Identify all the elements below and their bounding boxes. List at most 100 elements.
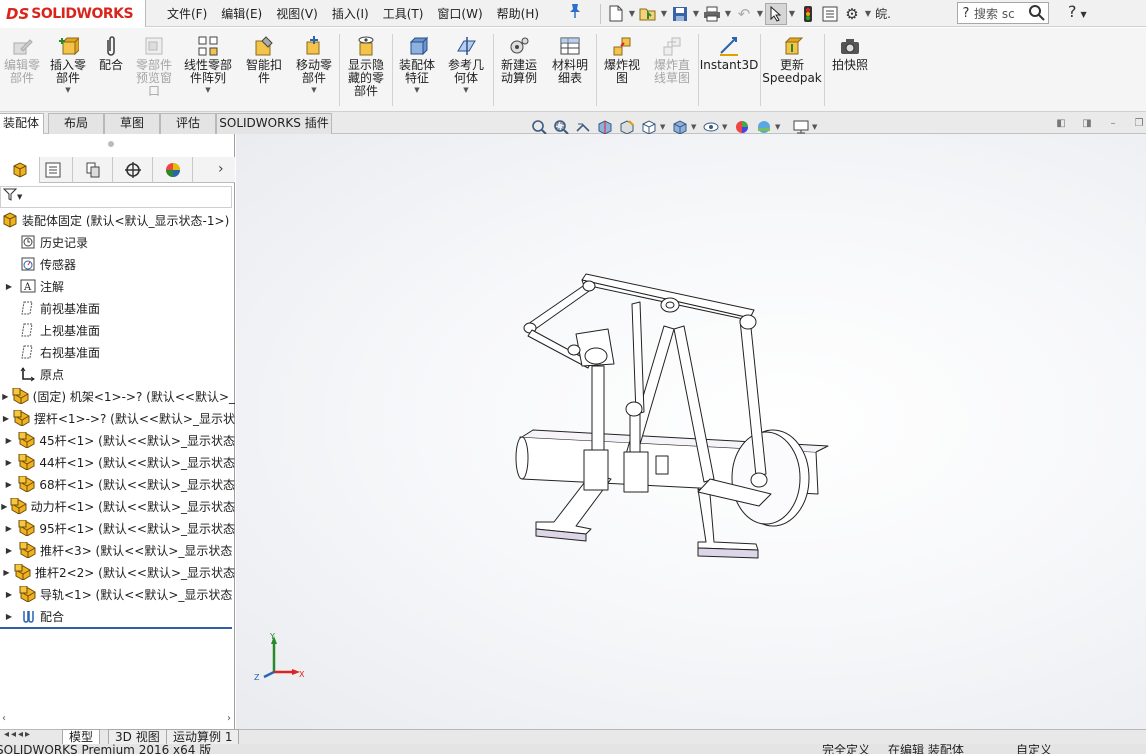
search-scope-icon[interactable]: ?: [958, 6, 974, 21]
tree-item[interactable]: 上视基准面: [0, 319, 235, 341]
overflow-label[interactable]: 皖.: [873, 3, 893, 25]
chevron-down-icon[interactable]: ▼: [311, 86, 316, 94]
tree-item[interactable]: ▶ 动力杆<1> (默认<<默认>_显示状态: [0, 495, 235, 517]
panel-horizontal-scrollbar[interactable]: ‹ ›: [0, 713, 235, 727]
menu-view[interactable]: 视图(V): [269, 3, 325, 25]
chevron-down-icon[interactable]: ▼: [691, 123, 700, 131]
tree-item[interactable]: 传感器: [0, 253, 235, 275]
explode-line-sketch-button[interactable]: 爆炸直 线草图: [648, 28, 696, 112]
tree-filter-input[interactable]: ▼: [0, 186, 232, 208]
chevron-down-icon[interactable]: ▼: [812, 123, 821, 131]
component-preview-button[interactable]: 零部件 预览窗 口: [132, 28, 176, 112]
collapse-right-icon[interactable]: ◨: [1074, 118, 1100, 134]
minimize-icon[interactable]: –: [1100, 118, 1126, 134]
tree-item[interactable]: 历史记录: [0, 231, 235, 253]
tab-solidworks-addins[interactable]: SOLIDWORKS 插件: [216, 113, 332, 134]
bill-of-materials-button[interactable]: 材料明 细表: [546, 28, 594, 112]
expand-arrow-icon[interactable]: ▶: [0, 480, 17, 489]
restore-icon[interactable]: ❐: [1126, 118, 1146, 134]
tree-item[interactable]: ▶ 摆杆<1>->? (默认<<默认>_显示状: [0, 407, 235, 429]
tree-item[interactable]: ▶ 导轨<1> (默认<<默认>_显示状态: [0, 583, 235, 605]
insert-component-button[interactable]: 插入零 部件 ▼: [46, 28, 90, 112]
tree-item[interactable]: 前视基准面: [0, 297, 235, 319]
move-component-button[interactable]: 移动零 部件 ▼: [290, 28, 338, 112]
tree-item[interactable]: ▶ 95杆<1> (默认<<默认>_显示状态: [0, 517, 235, 539]
tree-item[interactable]: ▶ 44杆<1> (默认<<默认>_显示状态: [0, 451, 235, 473]
mate-button[interactable]: 配合: [92, 28, 130, 112]
assembly-features-button[interactable]: 装配体 特征 ▼: [394, 28, 440, 112]
expand-arrow-icon[interactable]: ▶: [0, 612, 18, 621]
tree-item[interactable]: ▶ A 注解: [0, 275, 235, 297]
open-icon[interactable]: [637, 3, 659, 25]
chevron-down-icon[interactable]: ▼: [414, 86, 419, 94]
collapse-left-icon[interactable]: ◧: [1048, 118, 1074, 134]
tree-item[interactable]: ▶ 45杆<1> (默认<<默认>_显示状态: [0, 429, 235, 451]
chevron-down-icon[interactable]: ▼: [627, 9, 637, 18]
propertymanager-icon[interactable]: [33, 157, 73, 183]
expand-arrow-icon[interactable]: ▶: [0, 414, 12, 423]
menu-edit[interactable]: 编辑(E): [214, 3, 269, 25]
search-input[interactable]: ? 搜索 sc: [957, 2, 1049, 24]
tree-item[interactable]: ▶ (固定) 机架<1>->? (默认<<默认>_: [0, 385, 235, 407]
menu-tools[interactable]: 工具(T): [376, 3, 431, 25]
help-icon[interactable]: ? ▼: [1068, 2, 1087, 21]
tree-item[interactable]: ▶ 推杆<3> (默认<<默认>_显示状态: [0, 539, 235, 561]
expand-arrow-icon[interactable]: ▶: [0, 590, 18, 599]
tree-root-assembly[interactable]: 装配体固定 (默认<默认_显示状态-1>): [0, 209, 235, 231]
tree-item[interactable]: ▶ 68杆<1> (默认<<默认>_显示状态: [0, 473, 235, 495]
pin-menu-icon[interactable]: [566, 3, 584, 23]
tree-item[interactable]: 右视基准面: [0, 341, 235, 363]
tree-item[interactable]: ▶ 配合: [0, 605, 235, 627]
tab-sketch[interactable]: 草图: [104, 113, 160, 134]
new-motion-study-button[interactable]: 新建运 动算例: [496, 28, 542, 112]
chevron-down-icon[interactable]: ▼: [722, 123, 731, 131]
tab-motion-study-1[interactable]: 运动算例 1: [166, 729, 240, 745]
bottom-tab-nav[interactable]: ◂◂◂▸: [4, 729, 32, 740]
new-document-icon[interactable]: [605, 3, 627, 25]
expand-arrow-icon[interactable]: ▶: [0, 524, 17, 533]
tab-evaluate[interactable]: 评估: [160, 113, 216, 134]
rebuild-icon[interactable]: [797, 3, 819, 25]
tree-rollback-bar[interactable]: [0, 627, 232, 629]
save-icon[interactable]: [669, 3, 691, 25]
update-speedpak-button[interactable]: 更新 Speedpak: [762, 28, 822, 112]
chevron-down-icon[interactable]: ▼: [659, 9, 669, 18]
tab-model[interactable]: 模型: [62, 729, 101, 745]
show-hidden-components-button[interactable]: 显示隐 藏的零 部件: [342, 28, 390, 112]
display-manager-icon[interactable]: [153, 157, 193, 183]
chevron-down-icon[interactable]: ▼: [787, 9, 797, 18]
expand-arrow-icon[interactable]: ▶: [0, 502, 9, 511]
select-pointer-icon[interactable]: [765, 2, 787, 25]
tab-layout[interactable]: 布局: [48, 113, 104, 134]
menu-insert[interactable]: 插入(I): [325, 3, 376, 25]
tab-assembly[interactable]: 装配体: [0, 113, 44, 134]
smart-fasteners-button[interactable]: 智能扣 件: [240, 28, 288, 112]
panel-grip-handle[interactable]: [108, 141, 114, 147]
chevron-down-icon[interactable]: ▼: [660, 123, 669, 131]
tree-item[interactable]: 原点: [0, 363, 235, 385]
undo-icon[interactable]: ↶: [733, 3, 755, 25]
configurationmanager-icon[interactable]: [73, 157, 113, 183]
panel-more-icon[interactable]: ›: [218, 161, 224, 177]
graphics-viewport[interactable]: [236, 134, 1146, 729]
dimxpert-icon[interactable]: [113, 157, 153, 183]
menu-help[interactable]: 帮助(H): [490, 3, 546, 25]
chevron-down-icon[interactable]: ▼: [755, 9, 765, 18]
tree-item[interactable]: ▶ 推杆2<2> (默认<<默认>_显示状态: [0, 561, 235, 583]
search-icon[interactable]: [1028, 4, 1046, 26]
chevron-down-icon[interactable]: ▼: [691, 9, 701, 18]
linear-pattern-button[interactable]: 线性零部 件阵列 ▼: [178, 28, 238, 112]
reference-geometry-button[interactable]: 参考几 何体 ▼: [442, 28, 490, 112]
edit-component-button[interactable]: 编辑零 部件: [0, 28, 44, 112]
file-properties-icon[interactable]: [819, 3, 841, 25]
chevron-down-icon[interactable]: ▼: [205, 86, 210, 94]
options-gear-icon[interactable]: ⚙: [841, 3, 863, 25]
solidworks-logo[interactable]: DS SOLIDWORKS: [0, 0, 146, 27]
print-icon[interactable]: [701, 3, 723, 25]
tab-3d-views[interactable]: 3D 视图: [108, 729, 167, 745]
chevron-down-icon[interactable]: ▼: [863, 9, 873, 18]
expand-arrow-icon[interactable]: ▶: [0, 392, 11, 401]
chevron-down-icon[interactable]: ▼: [65, 86, 70, 94]
expand-arrow-icon[interactable]: ▶: [0, 546, 18, 555]
expand-arrow-icon[interactable]: ▶: [0, 458, 17, 467]
